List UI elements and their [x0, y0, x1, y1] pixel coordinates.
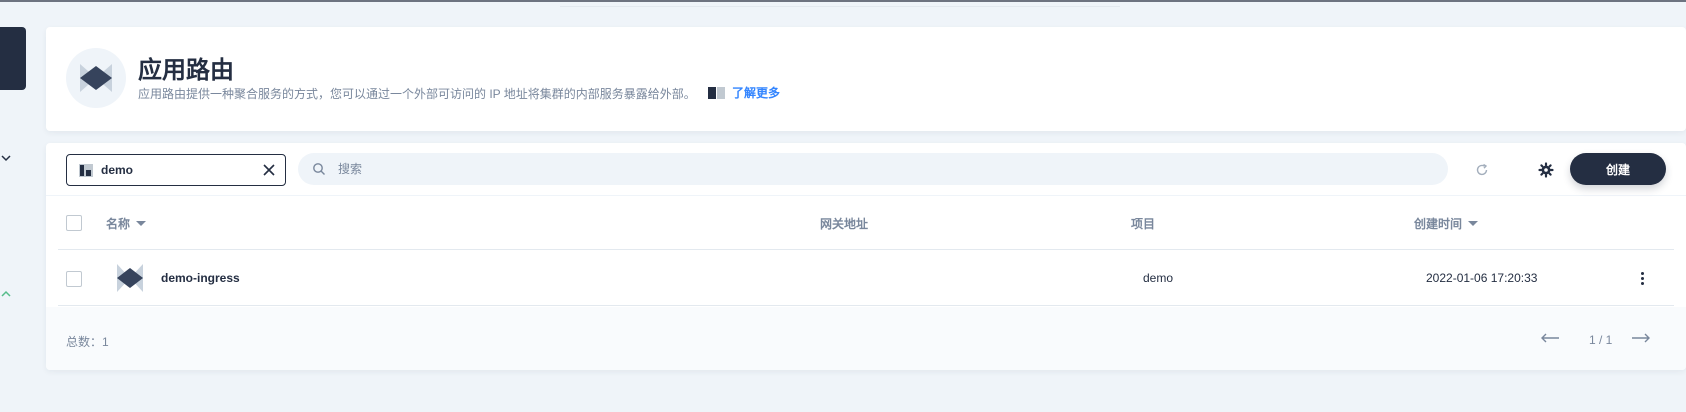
table-row[interactable]: demo-ingress demo 2022-01-06 17:20:33: [58, 251, 1674, 306]
book-icon: [708, 86, 726, 99]
column-created-time-label: 创建时间: [1414, 217, 1463, 231]
create-button[interactable]: 创建: [1570, 153, 1666, 185]
page-description: 应用路由提供一种聚合服务的方式，您可以通过一个外部可访问的 IP 地址将集群的内…: [138, 87, 696, 101]
top-divider: [560, 6, 1120, 7]
sort-caret-icon: [136, 221, 147, 226]
page-header-card: 应用路由 应用路由提供一种聚合服务的方式，您可以通过一个外部可访问的 IP 地址…: [46, 27, 1686, 131]
column-project: 项目: [1131, 215, 1155, 232]
chevron-down-icon[interactable]: [0, 152, 12, 164]
gear-icon: [1538, 162, 1554, 178]
project-select[interactable]: demo: [66, 154, 286, 186]
arrow-right-icon[interactable]: [1630, 331, 1652, 345]
column-name-label: 名称: [106, 217, 131, 231]
more-icon[interactable]: [1632, 268, 1652, 288]
search-bar[interactable]: [298, 153, 1448, 185]
ingress-logo-icon: [80, 64, 112, 92]
ingress-logo-icon: [117, 264, 143, 292]
column-settings-button[interactable]: [1530, 154, 1562, 186]
column-name[interactable]: 名称: [106, 215, 147, 232]
project-icon: [79, 163, 93, 177]
project-select-value: demo: [101, 163, 134, 177]
column-created-time[interactable]: 创建时间: [1414, 215, 1479, 232]
learn-more-link[interactable]: 了解更多: [708, 84, 780, 101]
table-footer: 总数：1 1 / 1: [46, 307, 1686, 370]
chevron-up-icon[interactable]: [0, 288, 12, 300]
row-project: demo: [1143, 271, 1174, 285]
page-logo: [66, 48, 126, 108]
column-gateway-label: 网关地址: [820, 217, 869, 231]
close-icon[interactable]: [261, 162, 277, 178]
ingress-name-link[interactable]: demo-ingress: [161, 271, 240, 285]
refresh-icon: [1476, 163, 1488, 176]
refresh-button[interactable]: [1466, 154, 1498, 186]
search-icon: [313, 163, 325, 175]
top-border: [0, 0, 1686, 2]
arrow-left-icon[interactable]: [1539, 331, 1561, 345]
total-count: 总数：1: [66, 335, 109, 349]
select-all-checkbox[interactable]: [66, 215, 82, 231]
toolbar: demo 搜索 创建: [46, 143, 1686, 196]
row-created-time: 2022-01-06 17:20:33: [1426, 271, 1538, 285]
column-gateway: 网关地址: [820, 215, 868, 232]
ingress-list-card: demo 搜索 创建 名称 网关地址 项目 创建时间 demo-ingress …: [46, 143, 1686, 370]
table-header: 名称 网关地址 项目 创建时间: [58, 197, 1674, 250]
page-title: 应用路由: [138, 57, 234, 84]
learn-more-label: 了解更多: [732, 86, 781, 100]
row-checkbox[interactable]: [66, 271, 82, 287]
sort-caret-icon: [1468, 221, 1479, 226]
column-project-label: 项目: [1131, 217, 1156, 231]
search-input[interactable]: [338, 162, 1238, 176]
sidebar-active-block[interactable]: [0, 27, 26, 90]
page-indicator: 1 / 1: [1589, 333, 1613, 347]
